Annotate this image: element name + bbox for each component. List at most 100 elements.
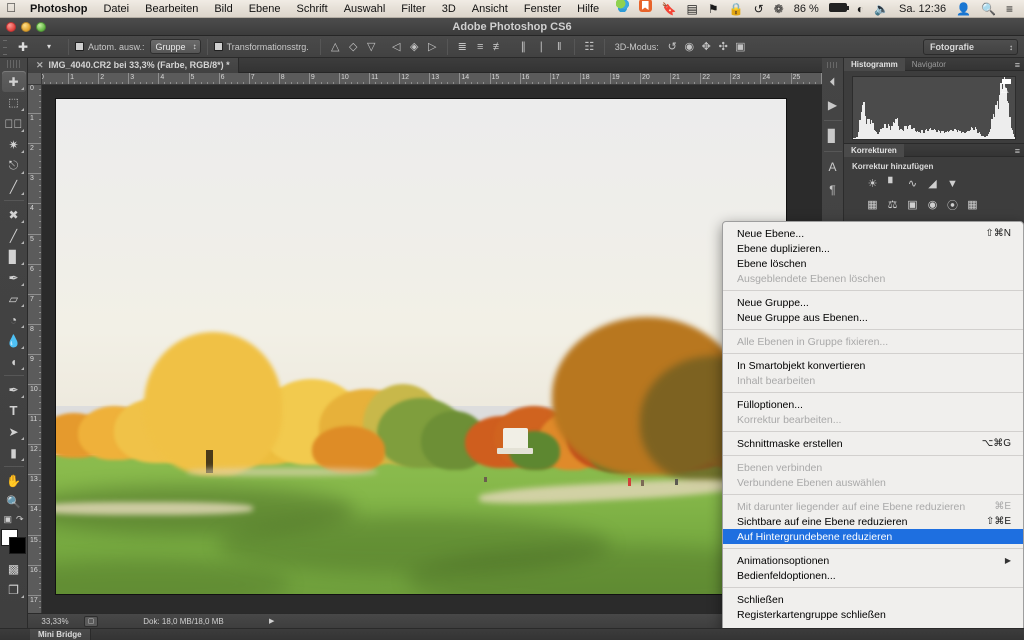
hue-saturation-icon[interactable]: ▦ [864,197,881,212]
volume-icon[interactable]: 🔈 [869,0,894,18]
move-tool[interactable]: ✚ [1,71,26,92]
quick-selection-tool[interactable]: ✷ [2,134,26,155]
panel-menu-icon[interactable]: ≡ [1015,60,1020,70]
menu-item[interactable]: Neue Gruppe aus Ebenen... [723,310,1023,325]
menubar-item-datei[interactable]: Datei [95,0,137,18]
menu-item[interactable]: Neue Ebene... ⇧⌘N [723,226,1023,241]
color-lookup-icon[interactable]: ▦ [964,197,981,212]
tools-panel-grip[interactable] [6,60,21,68]
menu-item[interactable]: Fülloptionen... [723,397,1023,412]
close-tab-icon[interactable]: ✕ [36,60,44,71]
bookmark-icon[interactable]: 🔖 [657,0,682,18]
eyedropper-tool[interactable]: ╱ [2,176,26,197]
tool-preset-picker-icon[interactable]: ▾ [36,38,62,56]
menu-item[interactable]: Bedienfeldoptionen... [723,568,1023,583]
apple-icon[interactable]:  [0,1,22,16]
menubar-clock[interactable]: Sa. 12:36 [894,0,951,18]
zoom-icon[interactable] [36,22,46,32]
menubar-item-bild[interactable]: Bild [206,0,240,18]
crop-tool[interactable]: ⎋ [2,155,26,176]
menu-item[interactable]: Registerkartengruppe schließen [723,607,1023,622]
status-expand-icon[interactable]: ▶ [269,617,274,625]
distribute-left-edges-icon[interactable]: ∥ [515,38,532,55]
menubar-item-ansicht[interactable]: Ansicht [464,0,516,18]
scale-3d-icon[interactable]: ▣ [732,38,749,55]
auto-select-scope-select[interactable]: Gruppe [149,39,201,54]
align-left-edges-icon[interactable]: ◁ [388,38,405,55]
menu-item[interactable]: Animationsoptionen ▶ [723,553,1023,568]
menubar-item-auswahl[interactable]: Auswahl [336,0,394,18]
history-icon[interactable]: ⏴ [823,71,843,93]
panel-menu-icon[interactable]: ≡ [1015,146,1020,156]
menubar-item-3d[interactable]: 3D [434,0,464,18]
menu-item[interactable]: Neue Gruppe... [723,295,1023,310]
path-selection-tool[interactable]: ➤ [2,421,26,442]
distribute-vertical-centers-icon[interactable]: ≡ [472,38,489,55]
align-top-edges-icon[interactable]: △ [327,38,344,55]
close-icon[interactable] [6,22,16,32]
mini-bridge-tab[interactable]: Mini Bridge [30,628,91,640]
slide-3d-icon[interactable]: ✣ [715,38,732,55]
menu-item[interactable]: Auf Hintergrundebene reduzieren [723,529,1023,544]
histogram-warning-icon[interactable]: ⚠ [1001,85,1009,96]
tab-histogramm[interactable]: Histogramm [844,57,905,71]
lock-icon[interactable]: 🔒 [724,0,749,18]
user-icon[interactable]: 👤 [951,0,976,18]
menu-item[interactable]: In Smartobjekt konvertieren [723,358,1023,373]
menubar-item-hilfe[interactable]: Hilfe [569,0,607,18]
hand-tool[interactable]: ✋ [2,470,26,491]
rectangle-tool[interactable]: ▮ [2,442,26,463]
history-brush-tool[interactable]: ✒ [2,267,26,288]
color-balance-icon[interactable]: ⚖ [884,197,901,212]
evernote-icon[interactable] [634,0,657,18]
histogram-clipping-indicator[interactable] [1002,79,1011,84]
roll-3d-icon[interactable]: ◉ [681,38,698,55]
menubar-item-fenster[interactable]: Fenster [516,0,569,18]
horizontal-type-tool[interactable]: T [2,400,26,421]
distribute-top-edges-icon[interactable]: ≣ [454,38,471,55]
eraser-tool[interactable]: ▱ [2,288,26,309]
distribute-bottom-edges-icon[interactable]: ≢ [490,38,507,55]
paragraph-icon[interactable]: ¶ [823,179,843,201]
pen-tool[interactable]: ✒ [2,379,26,400]
align-horizontal-centers-icon[interactable]: ◈ [406,38,423,55]
menu-item[interactable]: Schließen [723,592,1023,607]
menu-item[interactable]: Ebene löschen [723,256,1023,271]
curves-icon[interactable]: ∿ [904,176,921,191]
zoom-level-field[interactable]: 33,33% [34,617,76,626]
auto-select-checkbox[interactable] [75,42,84,51]
default-colors-icon[interactable]: ▣ [3,514,12,525]
rotate-3d-icon[interactable]: ↺ [664,38,681,55]
transform-controls-checkbox[interactable] [213,42,223,51]
options-bar-grip[interactable] [0,35,10,58]
menu-item[interactable]: Sichtbare auf eine Ebene reduzieren ⇧⌘E [723,514,1023,529]
menu-item[interactable]: Schnittmaske erstellen ⌥⌘G [723,436,1023,451]
lasso-tool[interactable]: ⟦⃝ [2,113,26,134]
quick-mask-icon[interactable]: ▩ [2,558,26,579]
clone-stamp-tool[interactable]: ▊ [2,246,26,267]
wifi-icon[interactable]: ◐ [852,0,869,18]
vertical-ruler[interactable]: 0 1 2 3 4 5 6 7 8 9 10 11 12 13 14 15 16 17 [28,85,42,613]
timemachine-icon[interactable]: ↺ [749,0,769,18]
bluetooth-icon[interactable]: ❁ [769,0,789,18]
distribute-right-edges-icon[interactable]: ‖ [551,38,568,55]
swap-colors-icon[interactable]: ↷ [16,514,24,525]
menubar-app-name[interactable]: Photoshop [22,0,95,18]
character-icon[interactable]: A [823,156,843,178]
actions-icon[interactable]: ▶ [823,94,843,116]
dropbox-icon[interactable] [611,0,634,18]
minimize-icon[interactable] [21,22,31,32]
photo-filter-icon[interactable]: ◉ [924,197,941,212]
gradient-tool[interactable]: ◔ [2,309,26,330]
menubar-item-bearbeiten[interactable]: Bearbeiten [137,0,206,18]
spot-healing-brush-tool[interactable]: ✖ [2,204,26,225]
brightness-contrast-icon[interactable]: ☀ [864,176,881,191]
auto-align-layers-icon[interactable]: ☷ [581,38,598,55]
menubar-item-filter[interactable]: Filter [393,0,433,18]
exposure-icon[interactable]: ◢ [924,176,941,191]
menubar-item-schrift[interactable]: Schrift [289,0,336,18]
channel-mixer-icon[interactable]: ⦿ [944,197,961,212]
move-tool-icon[interactable]: ✚ [10,38,36,56]
dodge-tool[interactable]: ◖ [2,351,26,372]
tab-navigator[interactable]: Navigator [905,58,953,71]
